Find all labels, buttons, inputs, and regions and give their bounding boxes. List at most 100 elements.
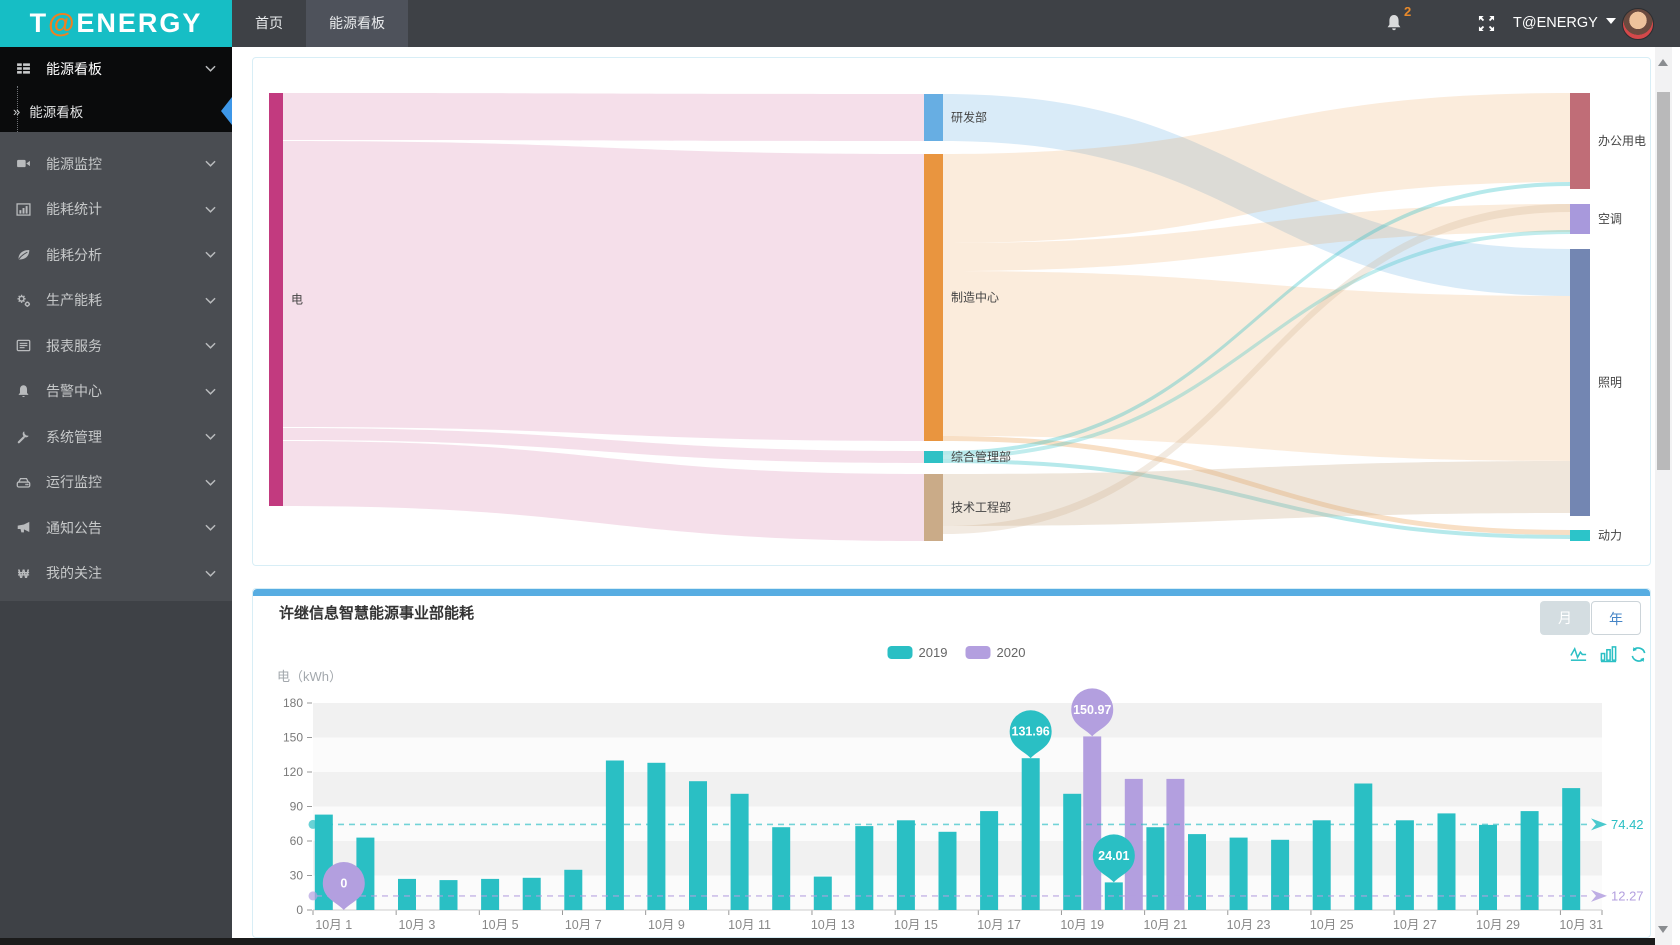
sidebar-group-能源看板: 能源看板 » 能源看板 [0,47,232,132]
average-value-label: 12.27 [1611,888,1644,903]
x-tick-label: 10月 25 [1310,918,1354,932]
bar-2020-10月21[interactable] [1166,778,1185,910]
sidebar-item-label: 能源监控 [46,155,102,172]
sankey-node-label: 办公用电 [1598,133,1646,148]
bar-2019-10月10[interactable] [689,781,707,910]
bar-2019-10月6[interactable] [522,877,541,910]
bar-2019-10月14[interactable] [855,826,874,910]
sidebar-item-label: 系统管理 [46,428,102,445]
tab-home[interactable]: 首页 [232,0,306,47]
sidebar-item-能源看板[interactable]: 能源看板 [0,47,232,90]
energy-flow-sankey-chart[interactable]: 电 研发部制造中心综合管理部技术工程部 办公用电空调照明动力 [253,58,1650,565]
sankey-flow[interactable] [283,93,924,141]
bar-2019-10月7[interactable] [564,869,583,911]
sidebar-item-我的关注[interactable]: ₩ 我的关注 [0,551,232,597]
sankey-flow[interactable] [283,141,924,441]
refresh-icon[interactable] [1629,645,1648,664]
marker-pin-label: 24.01 [1098,849,1129,863]
sankey-node-技术工程部[interactable] [924,474,943,541]
scrollbar-thumb[interactable] [1657,92,1670,470]
bar-2019-10月19[interactable] [1063,793,1082,910]
bar-2019-10月9[interactable] [647,762,666,910]
sidebar-item-生产能耗[interactable]: 生产能耗 [0,278,232,324]
y-tick-label: 0 [296,903,303,917]
y-tick-label: 30 [290,869,304,883]
report-icon [16,338,33,353]
vertical-scrollbar[interactable] [1655,47,1672,945]
bar-2019-10月31[interactable] [1562,788,1581,910]
top-header: T@ENERGY 首页 能源看板 2 T@ENERGY [0,0,1680,47]
bottom-bar [0,938,1655,945]
bar-2019-10月23[interactable] [1229,837,1248,910]
bar-2019-10月11[interactable] [730,793,749,910]
sankey-node-空调[interactable] [1570,204,1590,234]
user-avatar[interactable] [1622,8,1654,40]
bar-2019-10月21[interactable] [1146,827,1165,910]
sankey-node-电[interactable] [269,93,283,506]
sidebar-item-能源监控[interactable]: 能源监控 [0,141,232,187]
sidebar-subitem-能源看板[interactable]: » 能源看板 [0,86,232,132]
daily-energy-bar-chart[interactable]: 0 30 60 90 120 150 180 10月 1 10月 3 10月 5 10月 7 10月 … [253,589,1650,937]
sidebar-item-运行监控[interactable]: 运行监控 [0,460,232,506]
sankey-node-照明[interactable] [1570,249,1590,516]
bar-chart-icon [16,202,33,217]
sidebar-item-通知公告[interactable]: 通知公告 [0,505,232,551]
sankey-node-动力[interactable] [1570,530,1590,541]
notification-bell-icon[interactable] [1384,13,1404,38]
bar-2019-10月16[interactable] [938,831,957,910]
sankey-node-办公用电[interactable] [1570,93,1590,189]
bar-2019-10月8[interactable] [605,760,624,911]
active-indicator-arrow-icon [221,97,232,125]
bar-2019-10月24[interactable] [1271,839,1290,910]
marker-pin-label: 131.96 [1012,725,1050,739]
y-tick-label: 180 [283,696,303,710]
bar-2019-10月4[interactable] [439,880,458,910]
sankey-node-label: 动力 [1598,529,1622,543]
x-tick-label: 10月 31 [1559,918,1603,932]
toggle-month-button[interactable]: 月 [1540,601,1590,635]
legend-swatch-2020[interactable] [965,646,991,659]
scroll-up-arrow-icon[interactable] [1658,54,1668,66]
line-chart-icon[interactable] [1569,645,1588,664]
sidebar-item-能耗统计[interactable]: 能耗统计 [0,187,232,233]
x-tick-label: 10月 29 [1476,918,1520,932]
sankey-node-label: 技术工程部 [951,500,1011,515]
bar-2019-10月12[interactable] [772,827,791,910]
bar-2019-10月3[interactable] [398,878,416,910]
sidebar-item-告警中心[interactable]: 告警中心 [0,369,232,415]
grid-band [313,703,1602,738]
legend-swatch-2019[interactable] [887,646,913,659]
x-tick-label: 10月 9 [648,918,685,932]
sidebar-item-label: 能耗分析 [46,246,102,263]
sankey-node-综合管理部[interactable] [924,451,943,463]
fullscreen-icon[interactable] [1478,15,1495,37]
energy-consumption-card: 许继信息智慧能源事业部能耗 月 年 0 30 60 90 120 150 180 10月 11… [252,588,1651,938]
leaf-icon [16,247,33,262]
scroll-down-arrow-icon[interactable] [1658,926,1668,938]
marker-pin-label: 0 [340,877,347,891]
bar-2019-10月22[interactable] [1188,834,1206,910]
sankey-node-研发部[interactable] [924,94,943,141]
sidebar-item-报表服务[interactable]: 报表服务 [0,323,232,369]
chevron-down-icon [205,206,216,213]
sidebar-item-能耗分析[interactable]: 能耗分析 [0,232,232,278]
sankey-node-制造中心[interactable] [924,154,943,441]
chevron-down-icon [205,388,216,395]
bar-2019-10月29[interactable] [1479,824,1497,910]
user-menu[interactable]: T@ENERGY [1513,0,1616,47]
bar-2019-10月13[interactable] [813,876,832,910]
sidebar-item-label: 能源看板 [46,60,102,77]
bar-2019-10月18[interactable] [1021,758,1040,910]
chevron-down-icon [205,479,216,486]
bar-2019-10月5[interactable] [481,878,500,910]
grid-band [313,772,1602,807]
wrench-icon [16,429,33,444]
bar-2019-10月26[interactable] [1354,783,1373,911]
sidebar-item-系统管理[interactable]: 系统管理 [0,414,232,460]
bar-chart-icon[interactable] [1599,645,1618,664]
bar-2020-10月19[interactable] [1083,736,1102,910]
toggle-year-button[interactable]: 年 [1591,601,1641,635]
x-tick-label: 10月 17 [977,918,1021,932]
main-content: 电 研发部 制造中心 综合管理部 技术工程部 办公用电 空调 照明 动力 许继信息智慧能源事业部… [232,47,1680,945]
tab-energy-dashboard[interactable]: 能源看板 [306,0,408,47]
